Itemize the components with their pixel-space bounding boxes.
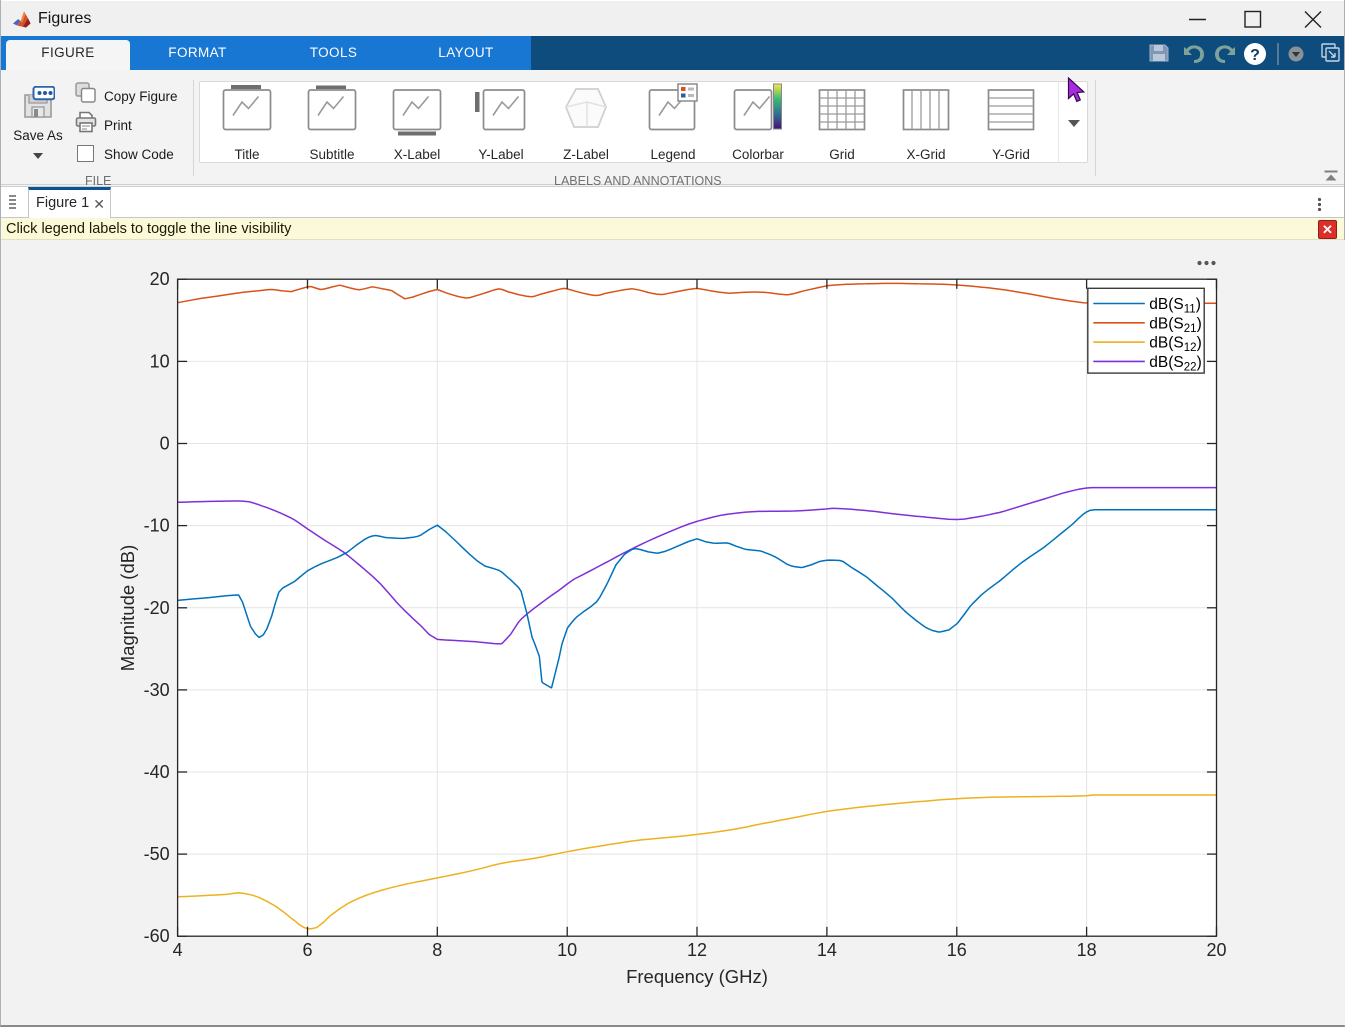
svg-text:10: 10 [150,351,170,371]
svg-text:0: 0 [160,434,170,454]
svg-text:Magnitude (dB): Magnitude (dB) [117,545,138,671]
svg-text:8: 8 [432,940,442,960]
svg-text:-30: -30 [144,680,170,700]
svg-text:12: 12 [687,940,707,960]
svg-text:6: 6 [302,940,312,960]
svg-text:4: 4 [173,940,183,960]
svg-text:20: 20 [150,269,170,289]
svg-text:Frequency (GHz): Frequency (GHz) [626,966,768,987]
svg-text:-60: -60 [144,926,170,946]
svg-text:?: ? [1250,47,1260,64]
svg-text:-10: -10 [144,516,170,536]
svg-text:10: 10 [557,940,577,960]
svg-text:14: 14 [817,940,837,960]
svg-text:-20: -20 [144,598,170,618]
svg-text:20: 20 [1206,940,1226,960]
svg-text:-50: -50 [144,844,170,864]
svg-text:16: 16 [947,940,967,960]
svg-text:-40: -40 [144,762,170,782]
svg-text:18: 18 [1077,940,1097,960]
